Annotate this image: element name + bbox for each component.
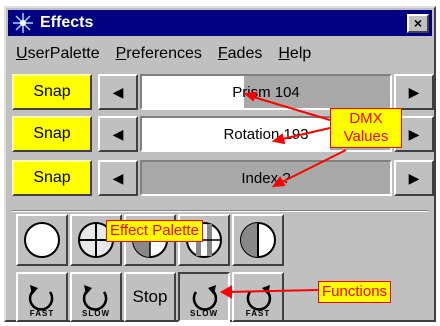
- rotate-right-fast-button[interactable]: FAST: [232, 272, 284, 322]
- function-buttons: FAST SLOW Stop SLOW FAST: [16, 272, 286, 322]
- decrement-button[interactable]: ◀: [98, 116, 138, 152]
- arrow-left-icon: ◀: [112, 169, 124, 186]
- menu-bar: UserPalette Preferences Fades Help: [8, 40, 432, 68]
- callout-line: DMX: [349, 110, 383, 127]
- snap-button[interactable]: Snap: [12, 116, 92, 152]
- rotate-left-slow-button[interactable]: SLOW: [70, 272, 122, 322]
- rotate-left-fast-button[interactable]: FAST: [16, 272, 68, 322]
- rotate-right-icon: [246, 285, 272, 311]
- close-button[interactable]: ×: [407, 13, 429, 33]
- palette-button[interactable]: [16, 214, 68, 266]
- close-icon: ×: [413, 15, 423, 31]
- increment-button[interactable]: ▶: [394, 160, 434, 196]
- stop-button[interactable]: Stop: [124, 272, 176, 322]
- effect-row-prism: Snap ◀ Prism 104 ▶: [12, 74, 434, 110]
- arrow-right-icon: ▶: [408, 169, 420, 186]
- effects-window: Effects × UserPalette Preferences Fades …: [4, 6, 436, 322]
- arrow-right-icon: ▶: [408, 83, 420, 100]
- rotate-left-icon: [82, 285, 108, 311]
- dmx-value-slider[interactable]: Prism 104: [140, 74, 392, 110]
- speed-caption: SLOW: [190, 309, 218, 318]
- dmx-values-callout: DMX Values: [330, 108, 402, 148]
- functions-callout: Functions: [318, 281, 392, 303]
- arrow-right-icon: ▶: [408, 125, 420, 142]
- arrow-left-icon: ◀: [112, 83, 124, 100]
- decrement-button[interactable]: ◀: [98, 160, 138, 196]
- snap-button[interactable]: Snap: [12, 74, 92, 110]
- window-title: Effects: [40, 14, 94, 31]
- decrement-button[interactable]: ◀: [98, 74, 138, 110]
- effect-palette-callout: Effect Palette: [106, 220, 203, 242]
- stop-label: Stop: [132, 287, 168, 306]
- title-bar: Effects ×: [8, 10, 432, 36]
- slider-value-label: Prism 104: [232, 83, 300, 101]
- menu-help[interactable]: Help: [278, 45, 311, 63]
- rotate-right-icon: [192, 285, 218, 311]
- effect-row-index: Snap ◀ Index ? ▶: [12, 160, 434, 196]
- snap-button[interactable]: Snap: [12, 160, 92, 196]
- rotate-right-slow-button[interactable]: SLOW: [178, 272, 230, 322]
- palette-button[interactable]: [232, 214, 284, 266]
- half-circle-icon: [240, 222, 276, 258]
- menu-preferences[interactable]: Preferences: [116, 45, 202, 63]
- arrow-left-icon: ◀: [112, 125, 124, 142]
- menu-fades[interactable]: Fades: [218, 45, 262, 63]
- section-divider: [12, 210, 428, 212]
- speed-caption: SLOW: [82, 309, 110, 318]
- effects-app-icon: [13, 13, 33, 33]
- dmx-value-slider[interactable]: Index ?: [140, 160, 392, 196]
- open-circle-icon: [24, 222, 60, 258]
- speed-caption: FAST: [245, 309, 271, 318]
- slider-value-label: Index ?: [241, 169, 291, 187]
- speed-caption: FAST: [29, 309, 55, 318]
- menu-userpalette[interactable]: UserPalette: [16, 45, 100, 63]
- callout-line: Values: [343, 128, 389, 145]
- rotate-left-icon: [28, 285, 54, 311]
- increment-button[interactable]: ▶: [394, 74, 434, 110]
